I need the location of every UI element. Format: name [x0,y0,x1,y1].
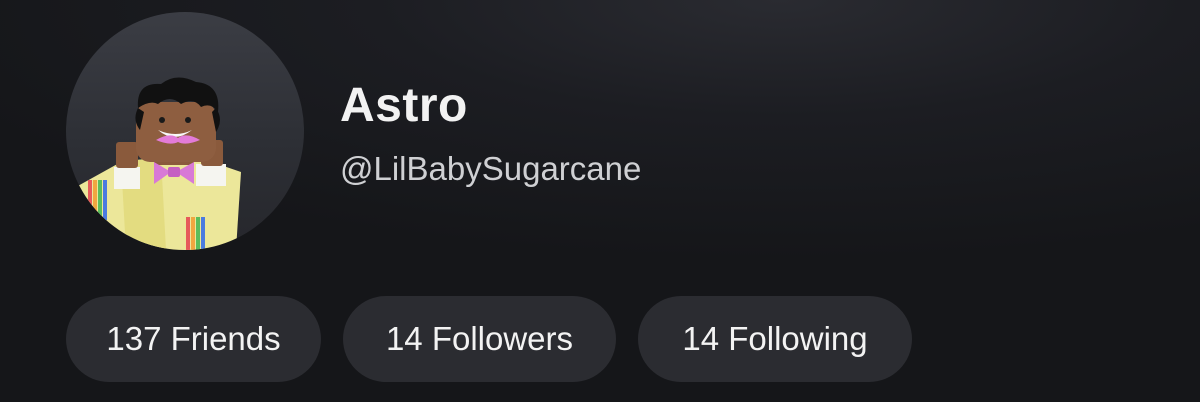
profile-header: Astro @LilBabySugarcane 137 Friends 14 F… [0,0,1200,402]
display-name: Astro [340,79,468,132]
following-button[interactable]: 14 Following [638,296,912,382]
stats-row: 137 Friends 14 Followers 14 Following [66,296,912,382]
avatar[interactable] [66,12,304,250]
friends-button[interactable]: 137 Friends [66,296,321,382]
username: @LilBabySugarcane [340,150,642,187]
user-avatar-icon [66,77,241,250]
followers-button[interactable]: 14 Followers [343,296,616,382]
